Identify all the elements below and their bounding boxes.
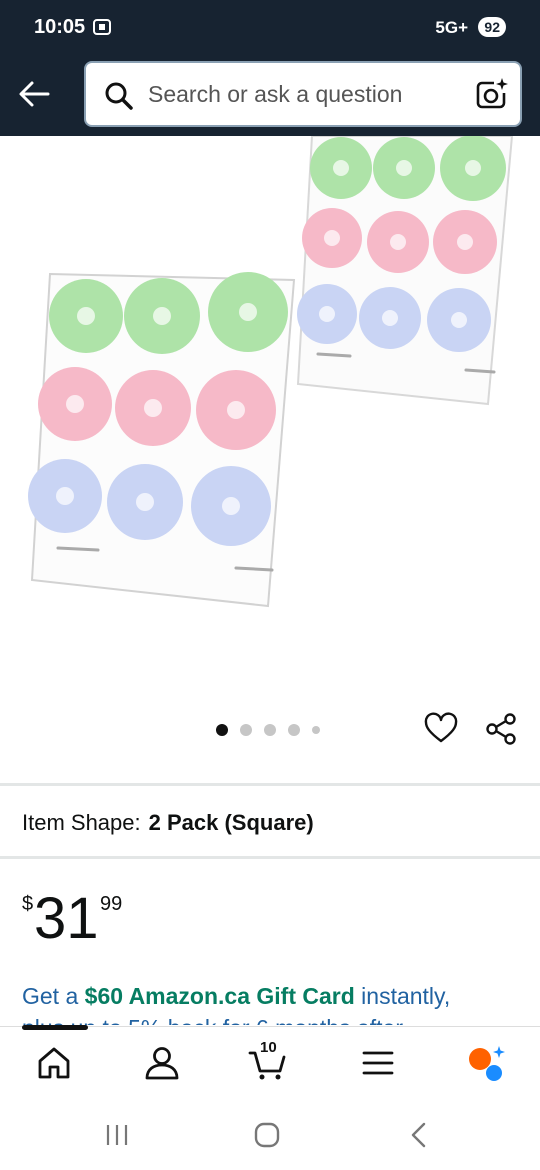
cart-count: 10 (260, 1039, 277, 1056)
page-dot[interactable] (312, 726, 320, 734)
search-icon (105, 82, 133, 110)
divider (0, 783, 540, 786)
promo-highlight: $60 Amazon.ca Gift Card (84, 983, 355, 1009)
promo-suffix: instantly, (354, 983, 451, 1009)
camera-search-icon[interactable] (474, 77, 508, 111)
screenshot-icon (93, 19, 111, 35)
home-icon[interactable] (34, 1043, 74, 1083)
price-currency: $ (22, 893, 34, 915)
promo-prefix: Get a (22, 983, 85, 1009)
active-tab-indicator (22, 1025, 88, 1030)
battery-level: 92 (478, 17, 506, 37)
page-dot[interactable] (240, 724, 252, 736)
page-dot[interactable] (216, 724, 228, 736)
cart-button[interactable]: 10 (248, 1039, 288, 1083)
home-button-icon[interactable] (252, 1120, 282, 1150)
search-input[interactable] (148, 63, 468, 125)
back-arrow-icon[interactable] (14, 74, 54, 114)
promo-line2: plus up to 5% back for 6 months after (22, 1015, 403, 1025)
system-back-icon[interactable] (404, 1120, 434, 1150)
page-dot[interactable] (264, 724, 276, 736)
item-shape-label: Item Shape: (22, 810, 141, 835)
recent-apps-icon[interactable] (102, 1120, 132, 1150)
bottom-nav: 10 (0, 1025, 540, 1100)
gift-card-promo-link[interactable]: Get a $60 Amazon.ca Gift Card instantly,… (22, 980, 522, 1025)
donut-stand-front (28, 272, 296, 608)
image-pagination[interactable] (216, 724, 320, 736)
app-header (0, 56, 540, 136)
product-image[interactable] (0, 136, 540, 696)
donut-stand-back (296, 136, 514, 406)
status-time: 10:05 (34, 16, 86, 38)
menu-icon[interactable] (358, 1043, 398, 1083)
price-fraction: 99 (100, 893, 123, 915)
share-icon[interactable] (484, 712, 518, 746)
price-whole: 31 (34, 886, 99, 951)
account-icon[interactable] (142, 1043, 182, 1083)
search-bar[interactable] (84, 61, 522, 127)
status-bar: 10:05 5G+ 92 (0, 0, 540, 56)
item-shape-value: 2 Pack (Square) (148, 810, 314, 835)
heart-icon[interactable] (424, 712, 458, 746)
item-shape-selector[interactable]: Item Shape: 2 Pack (Square) (22, 810, 314, 836)
rufus-assistant-icon[interactable] (466, 1043, 506, 1083)
divider (0, 856, 540, 859)
network-indicator: 5G+ (435, 18, 468, 37)
page-dot[interactable] (288, 724, 300, 736)
system-nav-bar (0, 1100, 540, 1170)
